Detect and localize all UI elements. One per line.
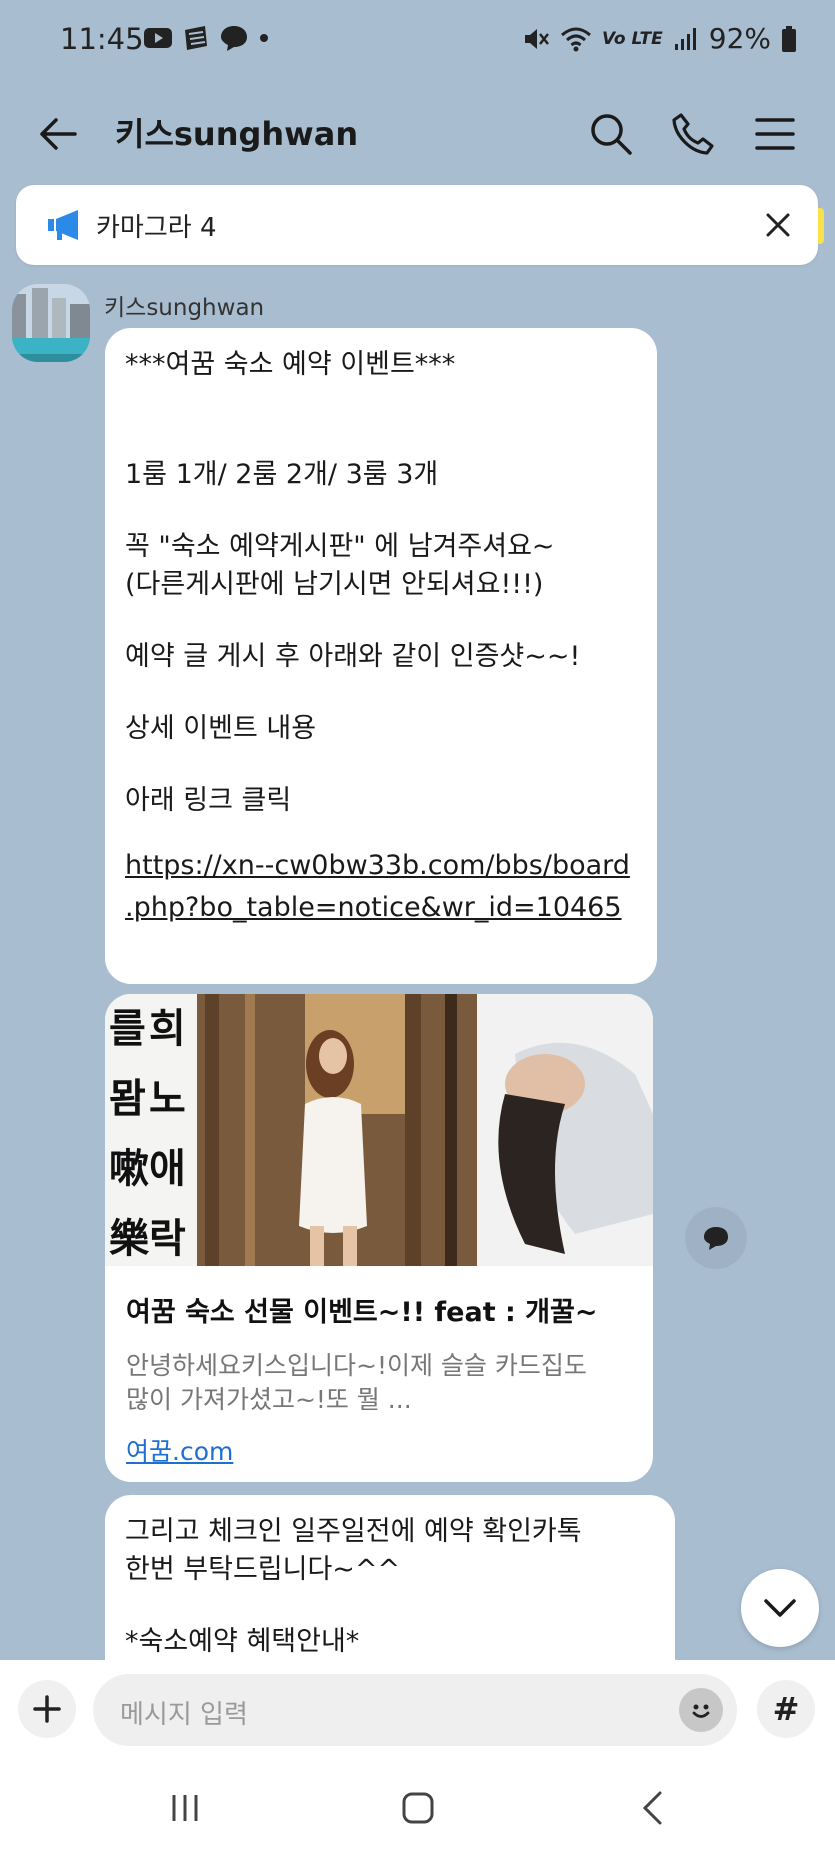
- message-input-placeholder: 메시지 입력: [120, 1700, 248, 1730]
- search-icon: [591, 114, 632, 155]
- message-line: 예약 글 게시 후 아래와 같이 인증샷~~!: [125, 641, 581, 672]
- back-nav-icon: [642, 1791, 662, 1825]
- messenger-icon: [221, 26, 247, 51]
- dot-icon: [260, 34, 268, 42]
- image-text-4: 락: [149, 1215, 186, 1262]
- chat-header: 키스sunghwan: [0, 84, 835, 184]
- notice-indicator: [818, 208, 824, 244]
- signal-icon: [674, 27, 696, 50]
- avatar[interactable]: [12, 284, 90, 362]
- status-right: Vo LTE 92%: [522, 22, 797, 55]
- card-url[interactable]: 여꿈.com: [126, 1432, 233, 1468]
- message-line: 상세 이벤트 내용: [125, 713, 317, 744]
- megaphone-icon: [48, 210, 78, 240]
- message-line: 한번 부탁드립니다~^^: [125, 1554, 401, 1585]
- back-button[interactable]: [30, 106, 86, 162]
- message-line: ***여꿈 숙소 예약 이벤트***: [125, 349, 456, 380]
- svg-text:樂: 樂: [109, 1215, 150, 1262]
- home-icon: [402, 1792, 434, 1824]
- message-line: 그리고 체크인 일주일전에 예약 확인카톡: [125, 1516, 582, 1547]
- notice-close-button[interactable]: [756, 203, 800, 247]
- battery-icon: [782, 25, 796, 52]
- image-text-1: 희: [149, 1005, 186, 1052]
- message-line: 1룸 1개/ 2룸 2개/ 3룸 3개: [125, 459, 439, 490]
- profile-photo: [12, 284, 90, 362]
- wifi-icon: [561, 27, 591, 51]
- chat-title: 키스sunghwan: [115, 115, 359, 153]
- plus-icon: [33, 1695, 61, 1723]
- svg-text:뫔: 뫔: [109, 1075, 146, 1122]
- speech-bubble-icon: [704, 1227, 728, 1250]
- battery-percent: 92%: [708, 22, 771, 55]
- recent-apps-button[interactable]: [155, 1786, 215, 1830]
- attach-button[interactable]: [18, 1680, 76, 1738]
- preview-image: 를 뫔 嗽 樂 희 노 애 락: [105, 994, 653, 1266]
- link-preview-card[interactable]: 를 뫔 嗽 樂 희 노 애 락 여꿈 숙소 선물 이벤트~!! feat : 개…: [105, 994, 653, 1482]
- message-bubble[interactable]: ***여꿈 숙소 예약 이벤트*** 1룸 1개/ 2룸 2개/ 3룸 3개 꼭…: [105, 328, 657, 984]
- message-line: 아래 링크 클릭: [125, 785, 292, 816]
- hash-search-button[interactable]: #: [757, 1680, 815, 1738]
- status-time: 11:45: [60, 22, 144, 56]
- notice-banner[interactable]: 카마그라 4: [16, 185, 818, 265]
- youtube-icon: [144, 28, 172, 48]
- card-title: 여꿈 숙소 선물 이벤트~!! feat : 개꿀~: [126, 1297, 598, 1328]
- sender-name: 키스sunghwan: [104, 295, 265, 321]
- message-link[interactable]: .php?bo_table=notice&wr_id=10465: [125, 892, 622, 923]
- phone-icon: [672, 113, 714, 155]
- card-description: 안녕하세요키스입니다~!이제 슬슬 카드집도: [126, 1351, 587, 1380]
- smiley-icon: [692, 1704, 710, 1718]
- call-button[interactable]: [665, 106, 721, 162]
- message-input[interactable]: 메시지 입력: [93, 1674, 737, 1746]
- svg-text:를: 를: [109, 1005, 146, 1052]
- system-nav-bar: [0, 1758, 835, 1856]
- close-icon: [766, 213, 790, 237]
- chevron-down-icon: [764, 1599, 796, 1617]
- notification-icons: [143, 24, 271, 52]
- card-description: 많이 가져가셨고~!또 뭘 ...: [126, 1385, 412, 1414]
- arrow-left-icon: [40, 118, 77, 150]
- message-line: (다른게시판에 남기시면 안되셔요!!!): [125, 569, 544, 600]
- mute-icon: [525, 28, 549, 49]
- message-line: 꼭 "숙소 예약게시판" 에 남겨주셔요~: [125, 531, 555, 562]
- message-line: *숙소예약 혜택안내*: [125, 1626, 360, 1657]
- status-bar: 11:45 Vo LTE 92%: [0, 0, 835, 84]
- menu-button[interactable]: [747, 106, 803, 162]
- image-text-2: 노: [149, 1075, 186, 1122]
- emoji-button[interactable]: [679, 1688, 723, 1732]
- reply-button[interactable]: [685, 1207, 747, 1269]
- message-link[interactable]: https://xn--cw0bw33b.com/bbs/board: [125, 850, 630, 881]
- hamburger-menu-icon: [755, 118, 795, 150]
- recent-apps-icon: [172, 1795, 198, 1821]
- scroll-down-button[interactable]: [741, 1569, 819, 1647]
- network-type: Vo LTE: [602, 28, 663, 49]
- svg-text:嗽: 嗽: [109, 1145, 149, 1192]
- search-button[interactable]: [583, 106, 639, 162]
- image-text-3: 애: [149, 1145, 186, 1192]
- back-nav-button[interactable]: [622, 1786, 682, 1830]
- message-input-bar: 메시지 입력 #: [0, 1660, 835, 1758]
- notice-text: 카마그라 4: [96, 213, 217, 243]
- app-icon: [185, 26, 207, 50]
- home-button[interactable]: [388, 1786, 448, 1830]
